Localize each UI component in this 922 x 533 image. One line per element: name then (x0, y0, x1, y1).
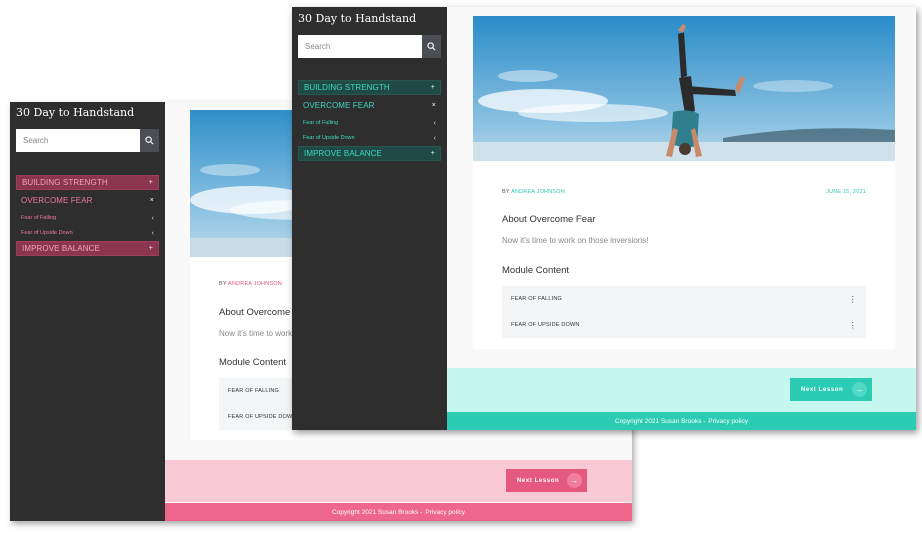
next-lesson-band: Next Lesson → (165, 460, 632, 502)
kebab-icon[interactable]: ⋮ (849, 321, 857, 330)
lesson-card: BY ANDREA JOHNSON JUNE 15, 2021 About Ov… (473, 16, 895, 349)
hero-image (473, 16, 895, 161)
post-date: JUNE 15, 2021 (826, 189, 866, 195)
menu-item-label: OVERCOME FEAR (303, 101, 375, 110)
arrow-right-icon: → (852, 382, 867, 397)
chevron-left-icon: ‹ (433, 119, 436, 127)
menu-subitem-label: Fear of Upside Down (21, 230, 73, 236)
expand-icon[interactable]: + (149, 179, 153, 186)
arrow-right-icon: → (567, 473, 582, 488)
collapse-icon[interactable]: × (150, 197, 154, 204)
next-lesson-band: Next Lesson → (447, 368, 916, 412)
menu-subitem-fear-of-falling[interactable]: Fear of Falling ‹ (16, 211, 159, 225)
menu-item-label: BUILDING STRENGTH (22, 178, 108, 187)
post-author: BY ANDREA JOHNSON (502, 189, 565, 195)
expand-icon[interactable]: + (431, 84, 435, 91)
menu-item-improve-balance[interactable]: IMPROVE BALANCE + (16, 241, 159, 256)
course-menu: BUILDING STRENGTH + OVERCOME FEAR × Fear… (16, 175, 159, 259)
search-input[interactable] (16, 129, 140, 152)
search-bar (16, 129, 159, 152)
module-content-title: Module Content (502, 265, 570, 276)
search-icon (427, 42, 436, 51)
menu-item-improve-balance[interactable]: IMPROVE BALANCE + (298, 146, 441, 161)
menu-subitem-label: Fear of Upside Down (303, 135, 355, 141)
lesson-title: FEAR OF FALLING (511, 296, 562, 302)
author-link[interactable]: ANDREA JOHNSON (511, 189, 565, 195)
menu-subitem-fear-of-upside-down[interactable]: Fear of Upside Down ‹ (16, 226, 159, 240)
footer: Copyright 2021 Susan Brooks - Privacy po… (447, 412, 916, 430)
screenshot-stage: 30 Day to Handstand BUILDING STRENGTH + … (0, 0, 922, 533)
menu-item-label: OVERCOME FEAR (21, 196, 93, 205)
search-bar (298, 35, 441, 58)
menu-subitem-fear-of-falling[interactable]: Fear of Falling ‹ (298, 116, 441, 130)
lesson-title: FEAR OF FALLING (228, 388, 279, 394)
menu-item-label: IMPROVE BALANCE (22, 244, 100, 253)
privacy-policy-link[interactable]: Privacy policy (425, 509, 465, 516)
search-button[interactable] (422, 35, 441, 58)
main-content: BY ANDREA JOHNSON JUNE 15, 2021 About Ov… (447, 7, 916, 430)
next-lesson-button[interactable]: Next Lesson → (790, 378, 872, 401)
author-link[interactable]: ANDREA JOHNSON (228, 281, 282, 287)
footer-copyright: Copyright 2021 Susan Brooks - (331, 508, 423, 516)
footer: Copyright 2021 Susan Brooks - Privacy po… (165, 503, 632, 521)
search-button[interactable] (140, 129, 159, 152)
sidebar: 30 Day to Handstand BUILDING STRENGTH + … (10, 102, 165, 521)
lesson-row[interactable]: FEAR OF FALLING ⋮ (502, 286, 866, 312)
about-text: Now it's time to work on those inversion… (502, 236, 649, 245)
chevron-left-icon: ‹ (151, 229, 154, 237)
site-title: 30 Day to Handstand (298, 12, 417, 25)
menu-subitem-label: Fear of Falling (21, 215, 57, 221)
kebab-icon[interactable]: ⋮ (849, 295, 857, 304)
module-content-title: Module Content (219, 357, 287, 368)
collapse-icon[interactable]: × (432, 102, 436, 109)
lesson-title: FEAR OF UPSIDE DOWN (511, 322, 580, 328)
next-lesson-label: Next Lesson (517, 477, 560, 484)
post-author: BY ANDREA JOHNSON (219, 281, 282, 287)
menu-subitem-label: Fear of Falling (303, 120, 339, 126)
menu-item-building-strength[interactable]: BUILDING STRENGTH + (298, 80, 441, 95)
lesson-row[interactable]: FEAR OF UPSIDE DOWN ⋮ (502, 312, 866, 338)
next-lesson-button[interactable]: Next Lesson → (506, 469, 587, 492)
menu-item-overcome-fear[interactable]: OVERCOME FEAR × (16, 193, 159, 208)
post-meta: BY ANDREA JOHNSON JUNE 15, 2021 (502, 189, 866, 195)
about-title: About Overcome Fear (502, 214, 596, 225)
sidebar: 30 Day to Handstand BUILDING STRENGTH + … (292, 7, 447, 430)
chevron-left-icon: ‹ (151, 214, 154, 222)
search-input[interactable] (298, 35, 422, 58)
menu-subitem-fear-of-upside-down[interactable]: Fear of Upside Down ‹ (298, 131, 441, 145)
teal-theme-window: 30 Day to Handstand BUILDING STRENGTH + … (292, 7, 916, 430)
expand-icon[interactable]: + (431, 150, 435, 157)
search-icon (145, 136, 154, 145)
footer-copyright: Copyright 2021 Susan Brooks - (614, 417, 706, 425)
lesson-list: FEAR OF FALLING ⋮ FEAR OF UPSIDE DOWN ⋮ (502, 286, 866, 338)
menu-item-overcome-fear[interactable]: OVERCOME FEAR × (298, 98, 441, 113)
privacy-policy-link[interactable]: Privacy policy (708, 418, 748, 425)
next-lesson-label: Next Lesson (801, 386, 844, 393)
menu-item-label: IMPROVE BALANCE (304, 149, 382, 158)
menu-item-label: BUILDING STRENGTH (304, 83, 390, 92)
site-title: 30 Day to Handstand (16, 106, 135, 119)
menu-item-building-strength[interactable]: BUILDING STRENGTH + (16, 175, 159, 190)
lesson-title: FEAR OF UPSIDE DOWN (228, 414, 297, 420)
expand-icon[interactable]: + (149, 245, 153, 252)
chevron-left-icon: ‹ (433, 134, 436, 142)
course-menu: BUILDING STRENGTH + OVERCOME FEAR × Fear… (298, 80, 441, 164)
